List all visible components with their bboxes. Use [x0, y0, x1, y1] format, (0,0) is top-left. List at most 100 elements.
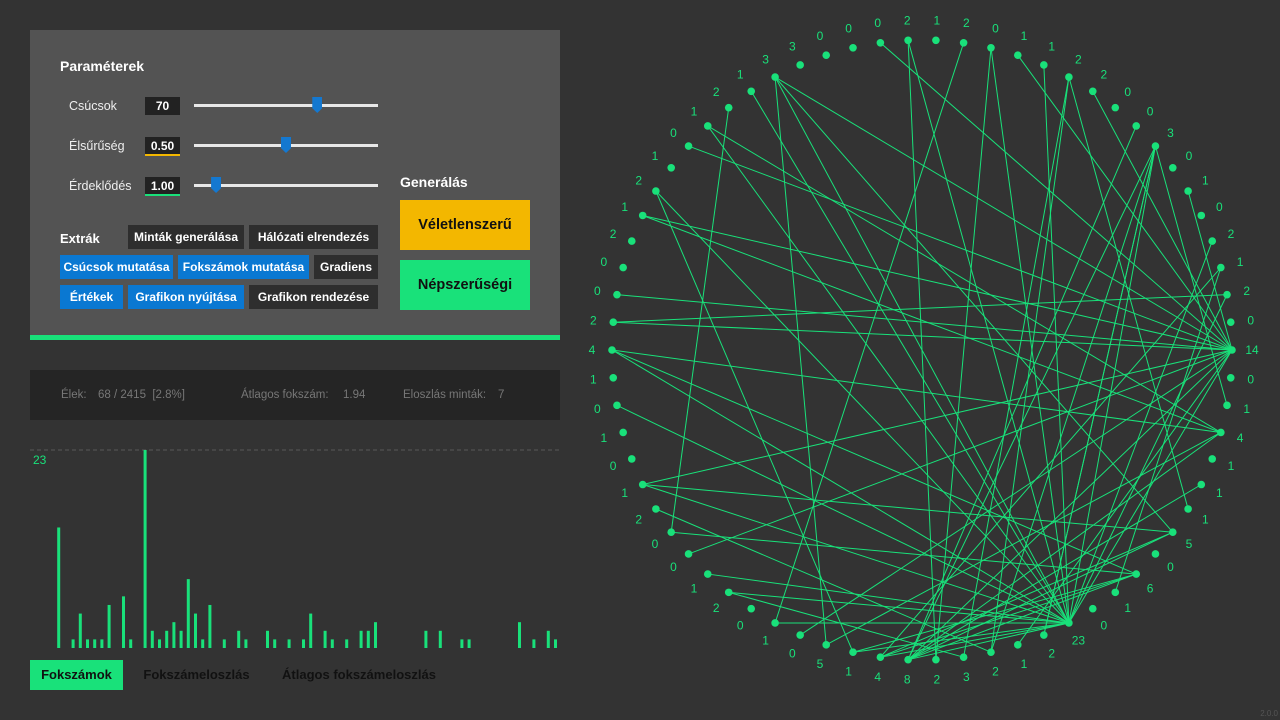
node-degree-label: 0 [1100, 618, 1107, 632]
graph-node[interactable] [1226, 373, 1235, 382]
interest-value[interactable]: 1.00 [145, 177, 180, 196]
graph-node[interactable] [959, 653, 968, 661]
graph-node[interactable] [1040, 631, 1048, 639]
graph-node[interactable] [1217, 428, 1225, 437]
graph-node[interactable] [1013, 51, 1022, 59]
node-degree-label: 1 [933, 13, 940, 27]
graph-node[interactable] [849, 648, 857, 657]
graph-node[interactable] [822, 51, 831, 59]
values-button[interactable]: Értékek [60, 285, 123, 309]
random-generate-button[interactable]: Véletlenszerű [400, 200, 530, 250]
graph-node[interactable] [876, 653, 885, 661]
graph-node[interactable] [796, 61, 804, 69]
graph-node[interactable] [619, 263, 627, 272]
graph-node[interactable] [613, 290, 621, 299]
graph-node[interactable] [1217, 263, 1225, 272]
graph-node[interactable] [1151, 550, 1160, 558]
distribution-samples-label: Eloszlás minták: [403, 389, 487, 401]
tab-degree-distribution[interactable]: Fokszámeloszlás [133, 660, 260, 690]
graph-node[interactable] [876, 39, 885, 47]
vertices-slider[interactable] [194, 97, 378, 113]
graph-node[interactable] [771, 73, 779, 81]
graph-node[interactable] [1088, 604, 1097, 613]
graph-node[interactable] [822, 641, 831, 649]
graph-node[interactable] [684, 142, 693, 150]
graph-node[interactable] [1168, 528, 1177, 537]
tab-degrees[interactable]: Fokszámok [30, 660, 123, 690]
graph-node[interactable] [652, 505, 660, 513]
interest-slider[interactable] [194, 177, 378, 193]
node-degree-label: 2 [590, 313, 597, 327]
interest-slider-thumb[interactable] [211, 177, 222, 193]
graph-node[interactable] [638, 211, 647, 220]
graph-node[interactable] [1226, 318, 1235, 327]
density-value[interactable]: 0.50 [145, 137, 180, 156]
graph-node[interactable] [703, 122, 712, 130]
graph-node[interactable] [724, 588, 733, 597]
graph-node[interactable] [1065, 73, 1073, 81]
graph-node[interactable] [1111, 103, 1120, 112]
graph-node[interactable] [849, 43, 857, 52]
generate-samples-button[interactable]: Minták generálása [128, 225, 244, 249]
graph-node[interactable] [1228, 346, 1236, 354]
graph-node[interactable] [1184, 505, 1192, 513]
graph-node[interactable] [987, 43, 995, 52]
graph-node[interactable] [627, 237, 636, 245]
node-degree-label: 1 [691, 104, 698, 118]
graph-node[interactable] [1013, 641, 1022, 649]
graph-node[interactable] [932, 655, 940, 664]
sort-chart-button[interactable]: Grafikon rendezése [249, 285, 378, 309]
graph-node[interactable] [747, 604, 756, 613]
vertices-slider-thumb[interactable] [312, 97, 323, 113]
density-slider[interactable] [194, 137, 378, 153]
graph-node[interactable] [1197, 211, 1206, 220]
popularity-generate-button[interactable]: Népszerűségi [400, 260, 530, 310]
graph-node[interactable] [1208, 237, 1217, 245]
graph-node[interactable] [1040, 61, 1048, 69]
graph-node[interactable] [684, 550, 693, 558]
graph-node[interactable] [747, 87, 756, 96]
graph-node[interactable] [771, 619, 779, 627]
graph-node[interactable] [1088, 87, 1097, 96]
vertices-value[interactable]: 70 [145, 97, 180, 115]
graph-node[interactable] [1168, 163, 1177, 172]
stretch-chart-button[interactable]: Grafikon nyújtása [128, 285, 244, 309]
graph-node[interactable] [724, 103, 733, 112]
network-layout-button[interactable]: Hálózati elrendezés [249, 225, 378, 249]
degree-bar [467, 639, 471, 648]
graph-node[interactable] [667, 528, 676, 537]
graph-node[interactable] [1132, 122, 1141, 130]
graph-node[interactable] [1184, 187, 1192, 195]
graph-node[interactable] [638, 480, 647, 489]
graph-node[interactable] [667, 163, 676, 172]
graph-node[interactable] [608, 346, 616, 354]
graph-node[interactable] [613, 401, 621, 410]
density-slider-thumb[interactable] [281, 137, 291, 153]
show-degrees-button[interactable]: Fokszámok mutatása [178, 255, 309, 279]
graph-node[interactable] [1151, 142, 1160, 150]
graph-node[interactable] [1065, 619, 1073, 627]
graph-node[interactable] [959, 39, 968, 47]
tab-average-degree-distribution[interactable]: Átlagos fokszámeloszlás [270, 660, 448, 690]
graph-node[interactable] [652, 187, 660, 195]
graph-node[interactable] [627, 455, 636, 463]
graph-node[interactable] [796, 631, 804, 639]
show-vertices-button[interactable]: Csúcsok mutatása [60, 255, 173, 279]
graph-node[interactable] [904, 655, 912, 664]
network-graph[interactable]: 1401411150610232123284150102100210101420… [580, 10, 1280, 690]
graph-node[interactable] [932, 36, 940, 45]
graph-node[interactable] [904, 36, 912, 45]
graph-node[interactable] [1197, 480, 1206, 489]
node-degree-label: 0 [1147, 104, 1154, 118]
graph-node[interactable] [619, 428, 627, 437]
graph-node[interactable] [1132, 570, 1141, 578]
graph-node[interactable] [1223, 401, 1231, 410]
graph-node[interactable] [1208, 455, 1217, 463]
graph-node[interactable] [609, 318, 618, 327]
graph-node[interactable] [1111, 588, 1120, 597]
gradient-button[interactable]: Gradiens [314, 255, 378, 279]
graph-node[interactable] [1223, 290, 1231, 299]
graph-node[interactable] [703, 570, 712, 578]
graph-node[interactable] [987, 648, 995, 657]
graph-node[interactable] [609, 373, 618, 382]
